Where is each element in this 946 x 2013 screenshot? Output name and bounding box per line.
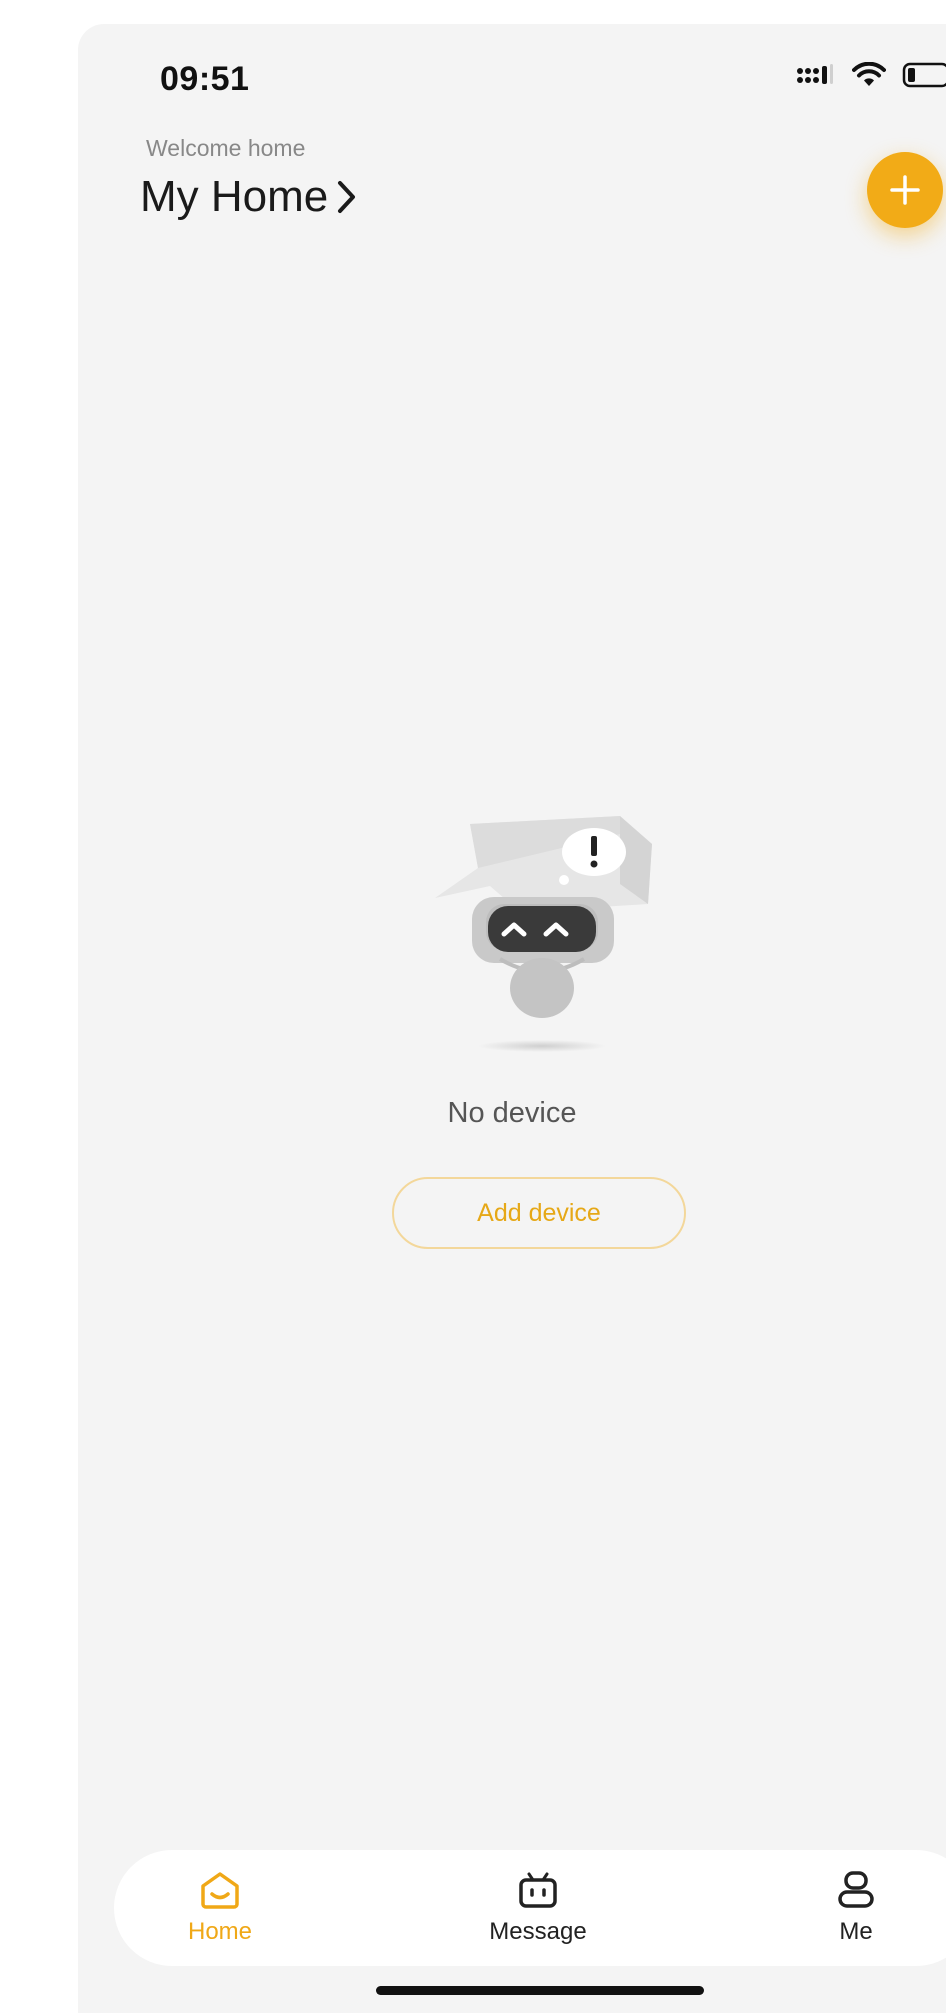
- status-time: 09:51: [160, 60, 250, 98]
- nav-label-home: Home: [187, 1918, 253, 1945]
- message-icon: [519, 1872, 557, 1908]
- nav-label-message: Message: [489, 1918, 587, 1945]
- wifi-icon: [852, 62, 886, 86]
- user-icon: [838, 1871, 874, 1908]
- bottom-nav: Home Message Me: [114, 1850, 946, 1966]
- welcome-text: Welcome home: [146, 135, 306, 161]
- plus-icon: [890, 175, 920, 205]
- home-indicator: [376, 1986, 704, 1995]
- nav-item-me[interactable]: Me: [786, 1870, 926, 1946]
- add-device-button[interactable]: Add device: [392, 1177, 686, 1249]
- cellular-signal-icon: [797, 64, 833, 84]
- chevron-right-icon: [338, 181, 356, 213]
- home-icon: [201, 1872, 239, 1909]
- status-icons: [796, 62, 946, 88]
- nav-label-me: Me: [839, 1918, 873, 1945]
- app-screen: 09:51 Welcome home My Home No device Add…: [78, 24, 946, 2013]
- empty-state-message: No device: [447, 1097, 577, 1129]
- robot-box-icon: [435, 816, 652, 1052]
- home-selector[interactable]: My Home: [140, 172, 358, 222]
- add-button[interactable]: [867, 152, 943, 228]
- nav-item-home[interactable]: Home: [150, 1870, 290, 1946]
- home-title: My Home: [140, 172, 329, 221]
- nav-item-message[interactable]: Message: [468, 1870, 608, 1946]
- battery-icon: [902, 62, 946, 88]
